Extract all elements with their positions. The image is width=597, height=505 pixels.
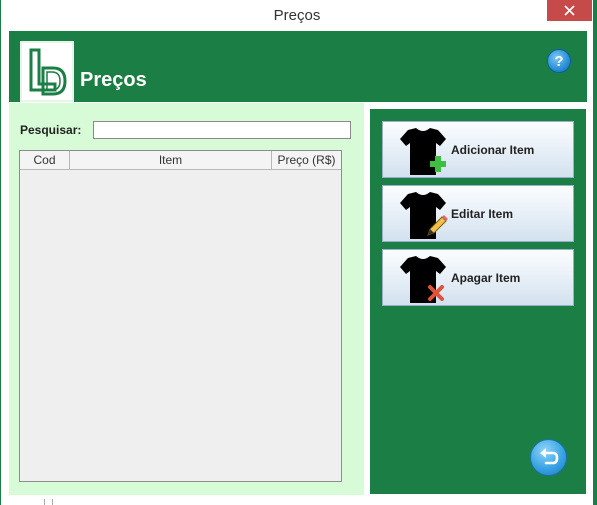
edit-item-label: Editar Item	[451, 207, 514, 221]
back-arrow-icon	[540, 448, 559, 465]
help-button[interactable]: ?	[547, 49, 571, 73]
close-icon	[564, 5, 575, 16]
edit-item-button[interactable]: Editar Item	[382, 185, 574, 242]
page-title: Preços	[80, 69, 147, 91]
close-button[interactable]	[547, 0, 592, 21]
search-label: Pesquisar:	[20, 123, 82, 137]
status-divider	[44, 499, 45, 505]
delete-item-label: Apagar Item	[451, 271, 521, 285]
status-divider	[52, 499, 53, 505]
search-input[interactable]	[93, 121, 351, 139]
add-item-label: Adicionar Item	[451, 143, 535, 157]
help-icon: ?	[554, 53, 564, 70]
delete-item-button[interactable]: Apagar Item	[382, 249, 574, 306]
prices-table[interactable]: Cod Item Preço (R$)	[19, 150, 342, 482]
app-window: Preços Preços ? Pesquisar: Cod Item Preç…	[0, 0, 597, 505]
shirt-edit-icon	[400, 192, 448, 239]
shirt-add-icon	[400, 128, 446, 175]
actions-panel: Adicionar Item Editar Item Apagar Item	[370, 109, 586, 494]
window-border-left	[0, 0, 1, 505]
add-item-button[interactable]: Adicionar Item	[382, 121, 574, 178]
status-strip	[1, 497, 593, 505]
header-banner: Preços ?	[9, 31, 587, 102]
table-header: Cod Item Preço (R$)	[20, 151, 341, 170]
column-header-price[interactable]: Preço (R$)	[272, 151, 341, 169]
title-bar: Preços	[1, 0, 593, 31]
column-header-item[interactable]: Item	[70, 151, 272, 169]
column-header-cod[interactable]: Cod	[20, 151, 70, 169]
shirt-delete-icon	[400, 256, 446, 303]
window-title: Preços	[273, 7, 321, 24]
list-panel: Pesquisar: Cod Item Preço (R$)	[9, 103, 364, 495]
back-button[interactable]	[530, 439, 567, 476]
window-border-right	[593, 0, 597, 505]
ld-logo-icon	[20, 41, 74, 102]
